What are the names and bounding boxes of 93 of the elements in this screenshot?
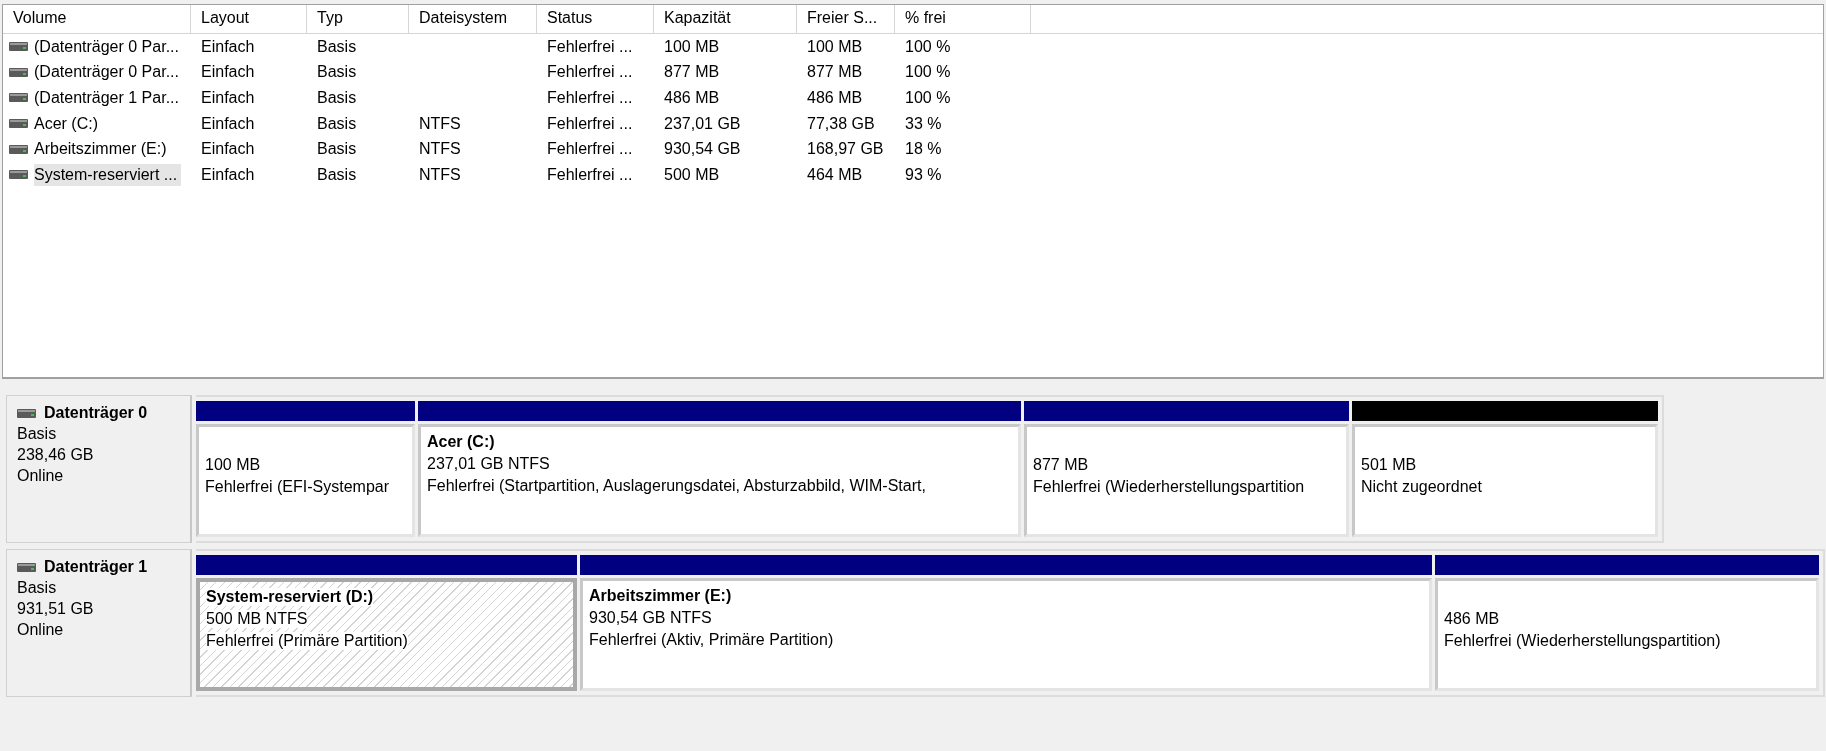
partition-status: Fehlerfrei (Wiederherstellungspartition) bbox=[1444, 632, 1722, 650]
table-cell-text: 100 MB bbox=[806, 37, 864, 56]
table-cell-text: 930,54 GB bbox=[663, 140, 742, 159]
partition-box[interactable]: 100 MB Fehlerfrei (EFI-Systempar bbox=[196, 424, 415, 537]
table-cell-text: Einfach bbox=[200, 140, 256, 159]
table-cell-text: NTFS bbox=[418, 165, 462, 184]
table-cell-text: Einfach bbox=[200, 165, 256, 184]
table-cell-text: 100 % bbox=[904, 63, 952, 82]
volume-name[interactable]: Acer (C:) bbox=[34, 112, 102, 135]
column-header[interactable]: Layout bbox=[191, 5, 307, 33]
volume-name[interactable]: (Datenträger 0 Par... bbox=[34, 35, 183, 58]
disk-size: 931,51 GB bbox=[17, 600, 95, 618]
disk-name: Datenträger 0 bbox=[44, 404, 148, 422]
table-cell-text: 237,01 GB bbox=[663, 114, 742, 133]
table-cell-text: 100 % bbox=[904, 89, 952, 107]
partition-status: Fehlerfrei (Primäre Partition) bbox=[206, 632, 408, 650]
partition-status: Fehlerfrei (Wiederherstellungspartition bbox=[1033, 478, 1306, 496]
partition-status: Fehlerfrei (Startpartition, Auslagerungsdatei, Absturzabbild, WIM-Start, bbox=[427, 477, 927, 495]
table-cell-text: 77,38 GB bbox=[806, 114, 876, 133]
partition-size: 500 MB NTFS bbox=[206, 610, 308, 628]
table-cell-text: 93 % bbox=[904, 165, 943, 184]
table-cell-text: 486 MB bbox=[806, 89, 864, 107]
partition-box[interactable]: Acer (C:) 237,01 GB NTFS Fehlerfrei (Startpartition, Auslagerungsdatei, Absturzabbild, WIM-Start, bbox=[418, 424, 1021, 537]
volume-name[interactable]: System-reserviert ... bbox=[34, 163, 182, 186]
table-cell-text: 168,97 GB bbox=[806, 140, 885, 159]
drive-icon bbox=[9, 170, 28, 180]
table-cell-text: Basis bbox=[316, 63, 358, 82]
disk-type: Basis bbox=[17, 425, 58, 443]
column-header[interactable]: Volume bbox=[3, 5, 191, 33]
table-cell-text: Basis bbox=[316, 140, 358, 159]
column-header[interactable]: % frei bbox=[895, 5, 1031, 33]
column-header[interactable]: Dateisystem bbox=[409, 5, 537, 33]
disk-name: Datenträger 1 bbox=[44, 558, 148, 576]
partition-status: Fehlerfrei (EFI-Systempar bbox=[205, 478, 391, 496]
partition-box[interactable]: 877 MB Fehlerfrei (Wiederherstellungspartition bbox=[1024, 424, 1349, 537]
column-header[interactable]: Kapazität bbox=[654, 5, 797, 33]
table-cell-text: Fehlerfrei ... bbox=[546, 140, 634, 159]
table-cell-text: 877 MB bbox=[806, 63, 864, 82]
table-cell-text: 100 % bbox=[904, 37, 952, 56]
table-cell-text: 100 MB bbox=[663, 37, 721, 56]
partition-box[interactable]: 486 MB Fehlerfrei (Wiederherstellungspartition) bbox=[1435, 578, 1819, 691]
table-cell-text: Fehlerfrei ... bbox=[546, 89, 634, 107]
disk-label-panel[interactable]: Datenträger 0 Basis 238,46 GB Online bbox=[6, 395, 192, 543]
disk-type: Basis bbox=[17, 579, 58, 597]
partition-status: Fehlerfrei (Aktiv, Primäre Partition) bbox=[589, 631, 835, 649]
table-cell-text: 486 MB bbox=[663, 89, 721, 107]
partition-box[interactable]: Arbeitszimmer (E:) 930,54 GB NTFS Fehlerfrei (Aktiv, Primäre Partition) bbox=[580, 578, 1432, 691]
disk-state: Online bbox=[17, 467, 65, 485]
disk-state: Online bbox=[17, 621, 65, 639]
partition-status: Nicht zugeordnet bbox=[1361, 478, 1483, 496]
table-cell-text: Basis bbox=[316, 37, 358, 56]
drive-icon bbox=[9, 93, 28, 103]
table-cell-text: Basis bbox=[316, 114, 358, 133]
table-cell-text: Fehlerfrei ... bbox=[546, 165, 634, 184]
table-cell-text: Basis bbox=[316, 89, 358, 107]
table-cell-text: Einfach bbox=[200, 114, 256, 133]
table-cell-text: Fehlerfrei ... bbox=[546, 114, 634, 133]
partition-size: 237,01 GB NTFS bbox=[427, 455, 551, 473]
table-cell-text: 18 % bbox=[904, 140, 943, 159]
partition-box[interactable]: 501 MB Nicht zugeordnet bbox=[1352, 424, 1658, 537]
table-cell-text: NTFS bbox=[418, 140, 462, 159]
column-header[interactable]: Status bbox=[537, 5, 654, 33]
volume-name[interactable]: (Datenträger 0 Par... bbox=[34, 61, 183, 84]
drive-icon bbox=[9, 144, 28, 154]
partition-size: 486 MB bbox=[1444, 610, 1501, 628]
volume-name[interactable]: Arbeitszimmer (E:) bbox=[34, 138, 171, 161]
partition-size: 877 MB bbox=[1033, 456, 1090, 474]
table-cell-text: Einfach bbox=[200, 63, 256, 82]
disk-size: 238,46 GB bbox=[17, 446, 95, 464]
drive-icon bbox=[9, 119, 28, 129]
table-cell-text: 464 MB bbox=[806, 165, 864, 184]
column-header[interactable]: Typ bbox=[307, 5, 409, 33]
table-cell-text: 500 MB bbox=[663, 165, 721, 184]
partition-title: Arbeitszimmer (E:) bbox=[589, 587, 733, 605]
table-cell-text: Basis bbox=[316, 165, 358, 184]
table-cell-text: Einfach bbox=[200, 89, 256, 107]
partition-title: Acer (C:) bbox=[427, 433, 496, 451]
drive-icon bbox=[9, 42, 28, 52]
table-cell-text: Fehlerfrei ... bbox=[546, 63, 634, 82]
partition-size: 100 MB bbox=[205, 456, 262, 474]
table-cell-text: 877 MB bbox=[663, 63, 721, 82]
table-cell-text: Fehlerfrei ... bbox=[546, 37, 634, 56]
partition-title: System-reserviert (D:) bbox=[206, 588, 374, 606]
partition-size: 501 MB bbox=[1361, 456, 1418, 474]
partition-box[interactable]: System-reserviert (D:) 500 MB NTFS Fehlerfrei (Primäre Partition) bbox=[196, 578, 577, 691]
table-cell-text: Einfach bbox=[200, 37, 256, 56]
table-cell-text: NTFS bbox=[418, 114, 462, 133]
partition-size: 930,54 GB NTFS bbox=[589, 609, 713, 627]
column-header[interactable]: Freier S... bbox=[797, 5, 895, 33]
table-cell-text: 33 % bbox=[904, 114, 943, 133]
volume-name[interactable]: (Datenträger 1 Par... bbox=[34, 87, 183, 109]
drive-icon bbox=[9, 67, 28, 77]
disk-label-panel[interactable]: Datenträger 1 Basis 931,51 GB Online bbox=[6, 549, 192, 697]
